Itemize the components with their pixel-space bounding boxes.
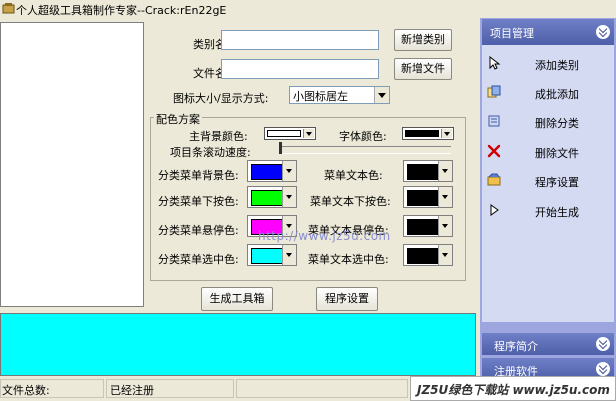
menu-text-swatch <box>407 164 439 180</box>
menu-text-selected-color-picker[interactable] <box>403 244 453 266</box>
register-status-cell: 已经注册 <box>106 379 234 398</box>
sidebar-item-label: 删除分类 <box>535 117 579 130</box>
chevron-down-icon[interactable] <box>303 129 314 138</box>
menu-text-pressed-color-picker[interactable] <box>403 186 453 208</box>
site-brand-overlay: JZ5U绿色下载站 www.jz5u.com <box>410 376 616 401</box>
sidebar-item-label: 成批添加 <box>535 88 579 101</box>
cat-hover-label: 分类菜单悬停色: <box>158 224 239 237</box>
main-bg-swatch <box>267 130 301 137</box>
scroll-speed-label: 项目条滚动速度: <box>170 146 251 159</box>
collapse-chevron-icon[interactable] <box>596 25 610 39</box>
status-bar: 文件总数: 已经注册 <box>0 378 480 401</box>
chevron-down-icon[interactable] <box>374 87 389 103</box>
font-color-picker[interactable] <box>402 127 454 140</box>
watermark-text: http://www.jz5u.com <box>258 229 391 243</box>
cursor-arrow-icon <box>489 56 501 70</box>
sidebar-item-delete-category[interactable]: 删除分类 <box>482 111 614 135</box>
slider-thumb[interactable] <box>279 142 282 154</box>
sidebar-item-label: 开始生成 <box>535 206 579 219</box>
chevron-down-icon[interactable] <box>438 245 452 265</box>
main-bg-label: 主背景颜色: <box>189 130 248 143</box>
menu-text-pressed-label: 菜单文本下按色: <box>310 195 391 208</box>
menu-text-pressed-swatch <box>407 190 439 206</box>
project-management-panel: 添加类别 成批添加 删除分类 删除文件 程序设置 开始生成 <box>482 45 614 322</box>
red-x-icon <box>487 144 501 158</box>
sidebar-item-program-settings[interactable]: 程序设置 <box>482 170 614 194</box>
window-title: 个人超级工具箱制作专家--Crack:rEn22gE <box>16 4 227 17</box>
icon-size-label: 图标大小/显示方式: <box>173 92 269 105</box>
cat-pressed-swatch <box>251 190 283 206</box>
file-total-label: 文件总数: <box>2 384 50 397</box>
sidebar-item-add-category[interactable]: 添加类别 <box>482 53 614 77</box>
menu-text-hover-swatch <box>407 219 439 235</box>
cat-bg-swatch <box>251 164 283 180</box>
settings-icon <box>487 173 501 186</box>
sidebar-item-label: 删除文件 <box>535 147 579 160</box>
icon-size-value: 小图标居左 <box>293 90 348 103</box>
cat-selected-label: 分类菜单选中色: <box>158 253 239 266</box>
cat-selected-color-picker[interactable] <box>247 244 297 266</box>
chevron-down-icon[interactable] <box>438 216 452 236</box>
preview-area <box>0 313 476 376</box>
program-intro-bar[interactable]: 程序简介 <box>482 333 614 355</box>
add-category-button[interactable]: 新增类别 <box>394 29 452 51</box>
sidebar-item-delete-file[interactable]: 删除文件 <box>482 141 614 165</box>
font-color-label: 字体颜色: <box>339 130 387 143</box>
sidebar-item-start-generate[interactable]: 开始生成 <box>482 200 614 224</box>
file-total-cell: 文件总数: <box>0 379 104 398</box>
font-color-swatch <box>405 130 439 137</box>
cat-bg-label: 分类菜单背景色: <box>158 169 239 182</box>
file-input[interactable] <box>221 59 379 79</box>
category-input[interactable] <box>221 30 379 50</box>
title-bar: 个人超级工具箱制作专家--Crack:rEn22gE <box>0 0 480 18</box>
cat-pressed-color-picker[interactable] <box>247 186 297 208</box>
register-status: 已经注册 <box>110 384 154 397</box>
generate-toolbox-button[interactable]: 生成工具箱 <box>201 287 273 311</box>
main-bg-color-picker[interactable] <box>264 127 316 140</box>
menu-text-hover-color-picker[interactable] <box>403 215 453 237</box>
scroll-speed-slider[interactable] <box>279 142 451 154</box>
chevron-down-icon[interactable] <box>282 161 296 181</box>
menu-text-selected-swatch <box>407 248 439 264</box>
site-brand-text: JZ5U绿色下载站 www.jz5u.com <box>417 383 610 397</box>
sidebar-item-batch-add[interactable]: 成批添加 <box>482 82 614 106</box>
icon-size-select[interactable]: 小图标居左 <box>289 86 390 104</box>
play-icon <box>490 204 499 216</box>
sidebar-item-label: 程序设置 <box>535 176 579 189</box>
category-list[interactable] <box>0 22 144 307</box>
project-management-title: 项目管理 <box>490 27 534 40</box>
cat-pressed-label: 分类菜单下按色: <box>158 195 239 208</box>
chevron-down-icon[interactable] <box>441 129 452 138</box>
project-management-header[interactable]: 项目管理 <box>482 19 614 45</box>
cat-selected-swatch <box>251 248 283 264</box>
program-settings-button[interactable]: 程序设置 <box>316 287 378 311</box>
chevron-down-icon[interactable] <box>438 187 452 207</box>
sidebar-item-label: 添加类别 <box>535 59 579 72</box>
status-cell-empty <box>236 379 408 398</box>
program-intro-title: 程序简介 <box>494 340 538 353</box>
app-icon <box>2 3 15 14</box>
delete-category-icon <box>488 115 500 127</box>
expand-chevron-icon[interactable] <box>596 362 610 376</box>
cat-bg-color-picker[interactable] <box>247 160 297 182</box>
menu-text-color-picker[interactable] <box>403 160 453 182</box>
menu-text-selected-label: 菜单文本选中色: <box>308 253 389 266</box>
batch-add-icon <box>487 85 501 98</box>
chevron-down-icon[interactable] <box>282 245 296 265</box>
menu-text-label: 菜单文本色: <box>324 169 383 182</box>
add-file-button[interactable]: 新增文件 <box>394 58 452 80</box>
expand-chevron-icon[interactable] <box>596 337 610 351</box>
color-scheme-title: 配色方案 <box>154 111 202 127</box>
chevron-down-icon[interactable] <box>282 187 296 207</box>
chevron-down-icon[interactable] <box>438 161 452 181</box>
